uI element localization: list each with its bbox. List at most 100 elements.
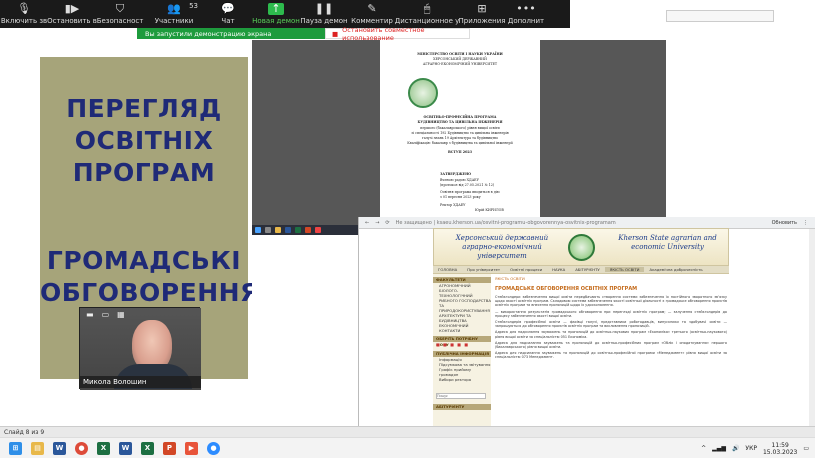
webcam-thumbnail[interactable]: ▬ ▭ ▦ Микола Волошин bbox=[79, 307, 201, 390]
university-seal-icon bbox=[408, 78, 438, 108]
menu-icon[interactable]: ⋮ bbox=[803, 220, 808, 226]
pause-share-button[interactable]: ❚❚ Пауза демон bbox=[300, 0, 348, 28]
browser-scrollbar[interactable] bbox=[809, 229, 815, 437]
pause-icon: ❚❚ bbox=[314, 2, 334, 15]
network-icon[interactable]: ▂▄▆ bbox=[712, 445, 726, 452]
slide-status-bar: Слайд 8 из 9 bbox=[0, 426, 815, 437]
chat-icon: 💬 bbox=[221, 2, 235, 15]
site-content: ЯКІСТЬ ОСВІТИ ГРОМАДСЬКЕ ОБГОВОРЕННЯ ОСВ… bbox=[495, 274, 727, 439]
start-icon[interactable]: ⊞ bbox=[9, 441, 22, 455]
nav-home[interactable]: ГОЛОВНА bbox=[433, 267, 462, 272]
zoom-icon[interactable]: ● bbox=[207, 441, 220, 455]
video-icon: ▮▶ bbox=[64, 2, 80, 15]
share-banner: Вы запустили демонстрацию экрана ■ Остано… bbox=[137, 26, 470, 42]
doc-rector: Ректор ХДАЕУ bbox=[440, 203, 466, 207]
content-paragraph: Стейкголдери забезпечення вищої освіти п… bbox=[495, 295, 727, 308]
doc-approved: ЗАТВЕРДЖЕНО bbox=[440, 172, 472, 176]
participants-button[interactable]: 👥 53 Участники bbox=[144, 0, 204, 28]
unmute-button[interactable]: 🎙 Включить зв bbox=[0, 0, 48, 28]
sidebar-item-fishery[interactable]: РИБНОГО ГОСПОДАРСТВА ТА ПРИРОДОКОРИСТУВА… bbox=[433, 298, 491, 313]
remote-control-button[interactable]: 🖱 Дистанционное у bbox=[395, 0, 460, 28]
excel-icon[interactable]: X bbox=[97, 441, 110, 455]
sidebar-item-elections[interactable]: Вибори ректора bbox=[433, 377, 491, 382]
word-icon[interactable]: W bbox=[53, 441, 66, 455]
browser-window: ← → ⟳ Не защищено | ksaeu.kherson.ua/osv… bbox=[358, 217, 815, 439]
word-icon-2[interactable]: W bbox=[119, 441, 132, 455]
more-button[interactable]: ••• Дополнит bbox=[506, 0, 546, 28]
powerpoint-icon[interactable]: P bbox=[163, 441, 176, 455]
doc-university-2: АГРАРНО-ЕКОНОМІЧНИЙ УНІВЕРСИТЕТ bbox=[422, 62, 498, 66]
minimize-icon[interactable]: ▬ bbox=[86, 310, 94, 319]
word-icon[interactable] bbox=[285, 227, 291, 233]
forward-icon[interactable]: → bbox=[375, 220, 379, 226]
sidebar-item-biotech[interactable]: БІОЛОГО-ТЕХНОЛОГІЧНИЙ bbox=[433, 288, 491, 298]
chat-button[interactable]: 💬 Чат bbox=[204, 0, 252, 28]
participants-count: 53 bbox=[189, 2, 198, 10]
doc-university-1: ХЕРСОНСЬКИЙ ДЕРЖАВНИЙ bbox=[433, 57, 487, 61]
breadcrumb[interactable]: ЯКІСТЬ ОСВІТИ bbox=[495, 276, 727, 282]
nav-about[interactable]: Про університет bbox=[462, 267, 505, 272]
chrome-icon[interactable] bbox=[315, 227, 321, 233]
notifications-icon[interactable]: ▭ bbox=[803, 445, 809, 452]
browser-controls: Обновить ⋮ bbox=[716, 217, 815, 229]
apps-button[interactable]: ⊞ Приложения bbox=[458, 0, 506, 28]
sidebar-item-architecture[interactable]: АРХІТЕКТУРИ ТА БУДІВНИЦТВА bbox=[433, 313, 491, 323]
windows-icon[interactable] bbox=[255, 227, 261, 233]
doc-program-specialty: зі спеціальності 192 Будівництво та циві… bbox=[411, 131, 509, 135]
search-icon[interactable] bbox=[265, 227, 271, 233]
nav-integrity[interactable]: Академічна доброчесність bbox=[644, 267, 707, 272]
nav-applicants[interactable]: АБІТУРІЄНТУ bbox=[570, 267, 605, 272]
clock[interactable]: 11:59 15.03.2023 bbox=[763, 442, 797, 456]
stop-video-button[interactable]: ▮▶ Остановить в bbox=[47, 0, 97, 28]
desktop-area bbox=[666, 0, 815, 230]
doc-effective-date: з 01 вересня 2023 року bbox=[440, 195, 481, 199]
mini-window[interactable] bbox=[666, 10, 774, 22]
reload-icon[interactable]: ⟳ bbox=[385, 220, 389, 226]
chrome-icon[interactable]: ● bbox=[75, 441, 88, 455]
apps-icon: ⊞ bbox=[477, 2, 487, 15]
nav-quality[interactable]: ЯКІСТЬ ОСВІТИ bbox=[604, 267, 645, 272]
volume-icon[interactable]: 🔊 bbox=[732, 445, 739, 452]
doc-protocol: (протокол від 27.05.2021 № 12) bbox=[440, 183, 495, 187]
stop-share-button[interactable]: ■ Остановить совместное использование bbox=[325, 26, 470, 42]
annotate-button[interactable]: ✎ Комментир bbox=[348, 0, 396, 28]
microphone-muted-icon: 🎙 bbox=[17, 2, 31, 15]
university-logo-icon[interactable] bbox=[568, 234, 595, 261]
excel-icon-2[interactable]: X bbox=[141, 441, 154, 455]
site-name-en: Kherson State agrarian and economic Univ… bbox=[618, 234, 717, 251]
url-text[interactable]: Не защищено | ksaeu.kherson.ua/osvitni-p… bbox=[396, 220, 616, 226]
tray-arrow-icon[interactable]: ^ bbox=[701, 445, 706, 452]
sidebar-item-schedule[interactable]: Графік прийому громадян bbox=[433, 367, 491, 377]
language-flags[interactable]: ■ ■ ■ ■ ■ bbox=[433, 342, 491, 348]
stop-icon: ■ bbox=[332, 29, 339, 38]
nav-education[interactable]: Освітні процеси bbox=[505, 267, 547, 272]
system-tray: ^ ▂▄▆ 🔊 УКР 11:59 15.03.2023 ▭ bbox=[625, 438, 815, 459]
excel-icon[interactable] bbox=[295, 227, 301, 233]
gallery-icon[interactable]: ▦ bbox=[117, 310, 125, 319]
update-button[interactable]: Обновить bbox=[772, 220, 797, 226]
site-nav: ГОЛОВНА Про університет Освітні процеси … bbox=[433, 266, 729, 274]
sharing-notice: Вы запустили демонстрацию экрана bbox=[137, 28, 325, 39]
doc-program-title: ОСВІТНЬО-ПРОФЕСІЙНА ПРОГРАМА bbox=[423, 115, 497, 119]
document-page: МІНІСТЕРСТВО ОСВІТИ І НАУКИ УКРАЇНИ ХЕРС… bbox=[380, 40, 540, 230]
folder-icon[interactable] bbox=[275, 227, 281, 233]
window-icon[interactable]: ▭ bbox=[102, 310, 110, 319]
site-body: ФАКУЛЬТЕТИ АГРОНОМІЧНИЙ БІОЛОГО-ТЕХНОЛОГ… bbox=[433, 274, 729, 439]
content-paragraph: Адреса для надсилання зауважень та пропо… bbox=[495, 340, 727, 350]
back-icon[interactable]: ← bbox=[365, 220, 369, 226]
site-header: Херсонський державний аграрно-економічни… bbox=[433, 228, 729, 266]
site-search-input[interactable] bbox=[436, 393, 486, 399]
media-icon[interactable]: ▶ bbox=[185, 441, 198, 455]
nav-science[interactable]: НАУКА bbox=[547, 267, 570, 272]
security-button[interactable]: ⛉ Безопасност bbox=[96, 0, 144, 28]
doc-program-field: галузі знань 19 Архітектура та будівницт… bbox=[422, 136, 498, 140]
doc-ministry: МІНІСТЕРСТВО ОСВІТИ І НАУКИ УКРАЇНИ bbox=[417, 52, 503, 56]
language-indicator[interactable]: УКР bbox=[745, 445, 757, 452]
folder-icon[interactable]: ▤ bbox=[31, 441, 44, 455]
sidebar-item-contacts[interactable]: КОНТАКТИ bbox=[433, 328, 491, 333]
shield-icon: ⛉ bbox=[115, 2, 125, 15]
doc-rector-name: Юрій КИРИЛОВ bbox=[475, 208, 504, 212]
powerpoint-icon[interactable] bbox=[305, 227, 311, 233]
doc-council: Вченою радою ХДАЕУ bbox=[440, 178, 479, 182]
new-share-button[interactable]: ↑ Новая демон bbox=[252, 0, 300, 28]
